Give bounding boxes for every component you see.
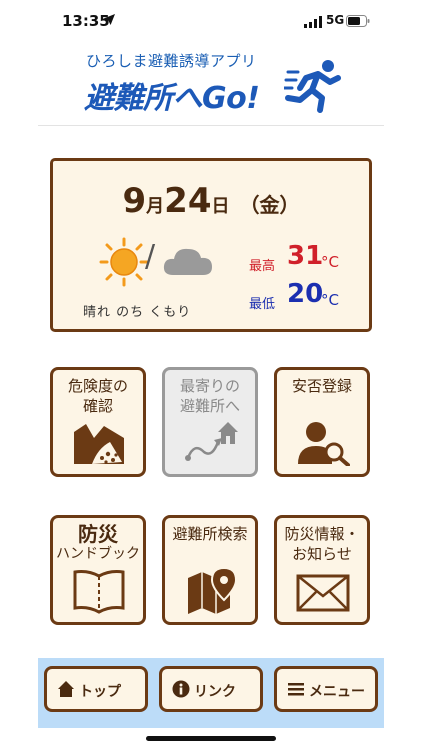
low-temp-value: 20 <box>287 279 324 309</box>
tile-label: 危険度の 確認 <box>53 376 143 416</box>
app-subtitle: ひろしま避難誘導アプリ <box>86 52 257 70</box>
battery-icon <box>346 15 370 27</box>
tile-label-line2: ハンドブック <box>56 546 140 562</box>
disaster-handbook-button[interactable]: 防災 ハンドブック <box>50 515 146 625</box>
tile-label-line1: 危険度の <box>67 377 128 395</box>
date-day-unit: 日 <box>211 196 230 217</box>
tile-label-line1: 避難所検索 <box>172 525 248 543</box>
date-month: 9 <box>122 181 147 221</box>
book-icon <box>73 570 125 614</box>
network-type: 5G <box>326 13 345 27</box>
person-search-icon <box>298 422 350 466</box>
home-icon <box>58 681 74 697</box>
date-weekday: （金） <box>239 193 300 217</box>
landslide-icon <box>74 424 124 464</box>
weather-separator: / <box>145 239 156 274</box>
weather-card: 9月24日 （金） / 晴れ のち くもり 最高 31 °C 最低 20 °C <box>50 158 372 332</box>
tile-label: 避難所検索 <box>165 524 255 544</box>
menu-button[interactable]: メニュー <box>274 666 378 712</box>
home-indicator[interactable] <box>146 736 276 741</box>
route-home-icon <box>185 422 238 461</box>
sun-icon <box>99 237 149 287</box>
footer-nav: トップ リンク メニュー <box>38 658 384 728</box>
tile-label-line1: 防災 <box>78 522 118 546</box>
mail-icon <box>296 574 350 612</box>
tile-label-line1: 最寄りの <box>179 377 240 395</box>
tile-label: 防災 ハンドブック <box>53 524 143 564</box>
date-display: 9月24日 （金） <box>53 181 369 221</box>
weather-description: 晴れ のち くもり <box>83 305 192 320</box>
tile-label-line1: 安否登録 <box>291 377 352 395</box>
info-icon <box>172 680 190 698</box>
link-button[interactable]: リンク <box>159 666 263 712</box>
map-pin-icon <box>188 566 238 614</box>
status-bar: 13:35 5G <box>0 0 422 40</box>
link-button-label: リンク <box>194 684 236 700</box>
tile-label: 防災情報・ お知らせ <box>277 524 367 564</box>
runner-icon <box>284 60 341 113</box>
app-header: ひろしま避難誘導アプリ 避難所へGo! <box>38 40 384 126</box>
safety-registration-button[interactable]: 安否登録 <box>274 367 370 477</box>
high-temp-label: 最高 <box>249 259 276 274</box>
signal-icon <box>304 16 322 28</box>
tile-label-line2: 避難所へ <box>179 397 240 415</box>
tile-label: 安否登録 <box>277 376 367 396</box>
tile-label-line1: 防災情報・ <box>284 525 360 543</box>
top-button[interactable]: トップ <box>44 666 148 712</box>
high-temp-value: 31 <box>287 241 324 271</box>
date-day: 24 <box>164 181 212 221</box>
high-temp-unit: °C <box>321 253 339 271</box>
top-button-label: トップ <box>79 684 121 700</box>
low-temp-label: 最低 <box>249 297 276 312</box>
low-temp-unit: °C <box>321 291 339 309</box>
tile-label-line2: 確認 <box>82 397 113 415</box>
cloud-icon <box>163 248 212 275</box>
date-month-unit: 月 <box>146 196 165 217</box>
app-title: 避難所へGo! <box>84 81 260 116</box>
disaster-info-button[interactable]: 防災情報・ お知らせ <box>274 515 370 625</box>
status-time: 13:35 <box>62 12 110 30</box>
location-arrow-icon <box>104 14 115 25</box>
menu-button-label: メニュー <box>309 684 365 700</box>
tile-label-line2: お知らせ <box>292 545 352 563</box>
tile-label: 最寄りの 避難所へ <box>165 376 255 416</box>
nearest-shelter-button[interactable]: 最寄りの 避難所へ <box>162 367 258 477</box>
hamburger-icon <box>288 683 304 696</box>
hazard-check-button[interactable]: 危険度の 確認 <box>50 367 146 477</box>
shelter-search-button[interactable]: 避難所検索 <box>162 515 258 625</box>
